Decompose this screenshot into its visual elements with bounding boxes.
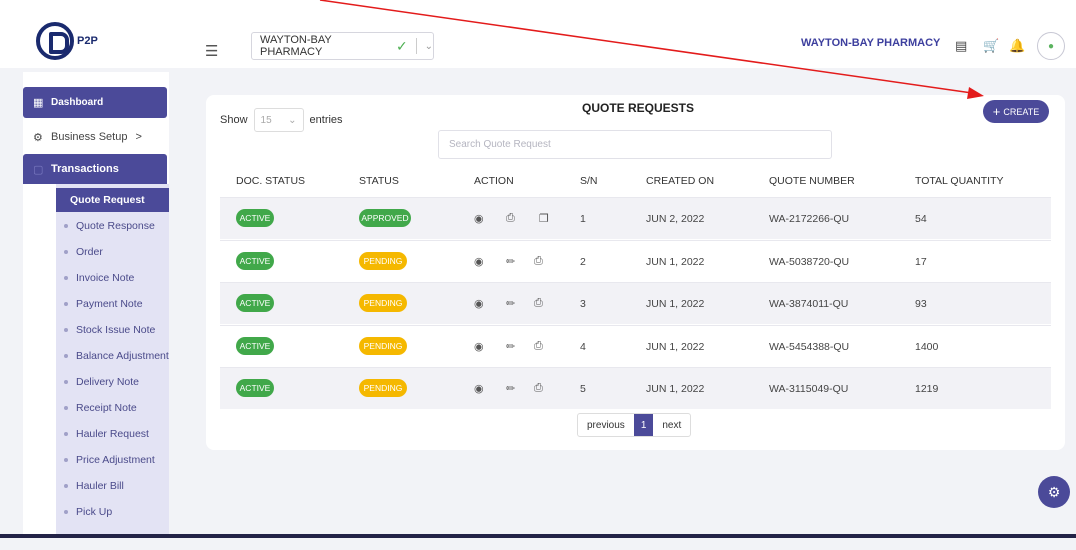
arrow-head <box>967 87 984 99</box>
arrow-line <box>319 0 973 94</box>
annotation-arrow <box>319 0 984 99</box>
